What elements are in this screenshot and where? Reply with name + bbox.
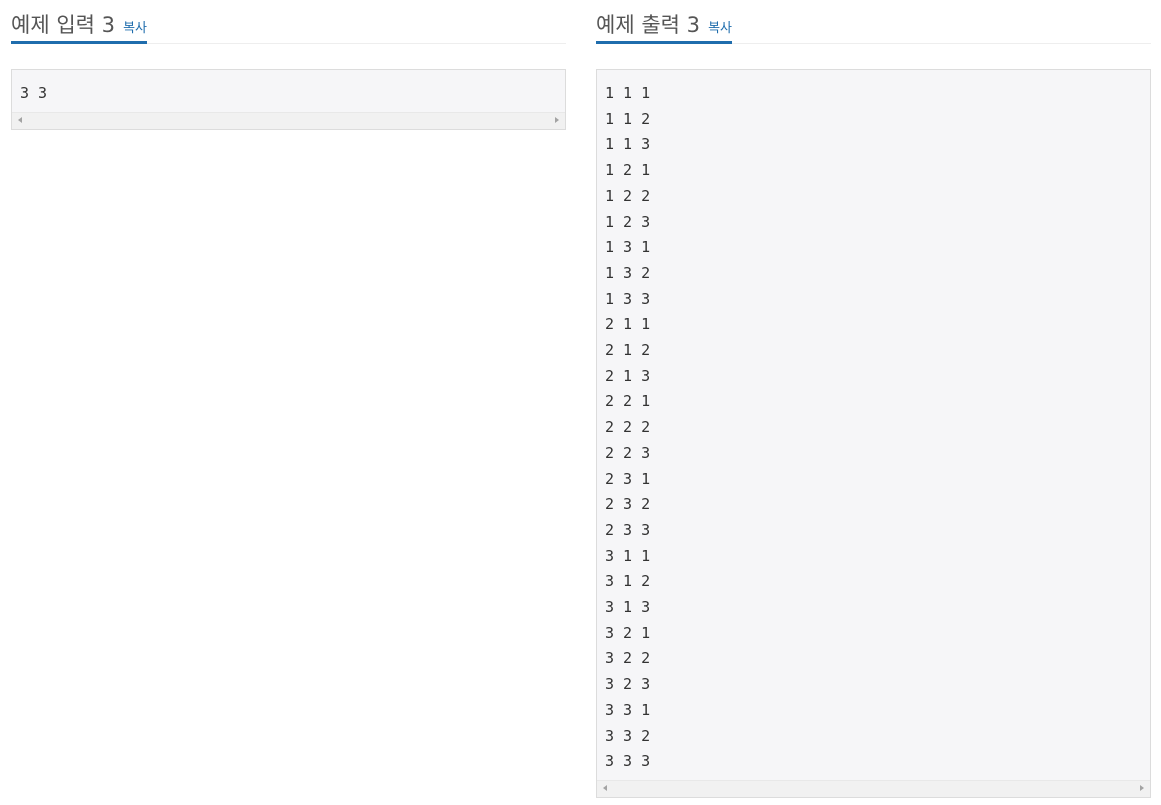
sample-input-title: 예제 입력 3: [11, 13, 115, 37]
sample-output-text[interactable]: 1 1 1 1 1 2 1 1 3 1 2 1 1 2 2 1 2 3 1 3 …: [597, 70, 1150, 775]
scroll-left-arrow-icon[interactable]: [18, 117, 22, 123]
sample-input-headline: 예제 입력 3 복사: [11, 0, 566, 44]
sample-output-box[interactable]: 1 1 1 1 1 2 1 1 3 1 2 1 1 2 2 1 2 3 1 3 …: [596, 69, 1151, 798]
sample-input-panel: 예제 입력 3 복사 3 3: [11, 0, 566, 130]
horizontal-scrollbar[interactable]: [597, 780, 1150, 797]
horizontal-scrollbar[interactable]: [12, 112, 565, 129]
copy-output-button[interactable]: 복사: [708, 21, 732, 36]
scroll-left-arrow-icon[interactable]: [603, 785, 607, 791]
sample-input-text[interactable]: 3 3: [12, 70, 565, 107]
sample-output-panel: 예제 출력 3 복사 1 1 1 1 1 2 1 1 3 1 2 1 1 2 2…: [596, 0, 1151, 798]
sample-input-box[interactable]: 3 3: [11, 69, 566, 130]
sample-input-heading: 예제 입력 3 복사: [11, 0, 148, 44]
sample-output-title: 예제 출력 3: [596, 13, 700, 37]
copy-input-button[interactable]: 복사: [123, 21, 147, 36]
scroll-right-arrow-icon[interactable]: [1140, 785, 1144, 791]
sample-output-heading: 예제 출력 3 복사: [596, 0, 733, 44]
scroll-right-arrow-icon[interactable]: [555, 117, 559, 123]
sample-output-headline: 예제 출력 3 복사: [596, 0, 1151, 44]
